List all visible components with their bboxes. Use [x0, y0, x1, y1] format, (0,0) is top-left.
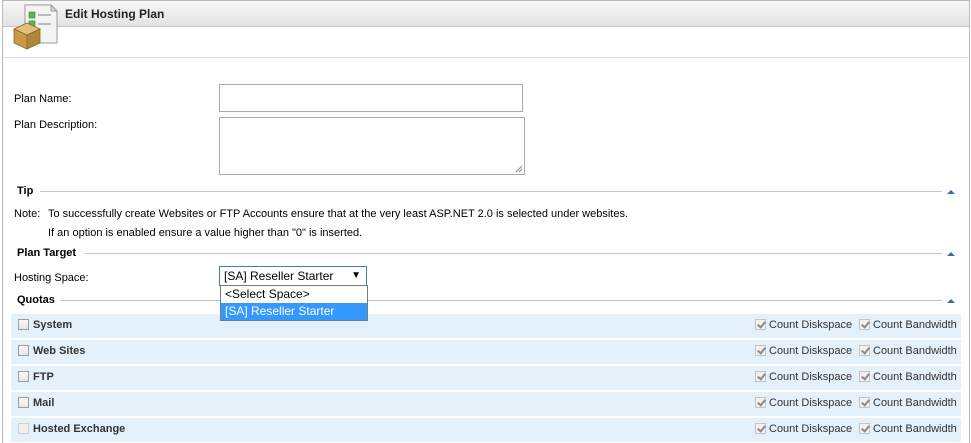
count-bandwidth-label: Count Bandwidth	[873, 397, 957, 409]
quota-enable-checkbox[interactable]	[18, 423, 29, 434]
count-bandwidth-checkbox	[859, 397, 870, 408]
quota-enable-checkbox[interactable]	[18, 345, 29, 356]
note-line-2: If an option is enabled ensure a value h…	[48, 227, 363, 239]
plan-description-label: Plan Description:	[14, 119, 98, 131]
quota-name: Mail	[33, 397, 55, 409]
count-diskspace-label: Count Diskspace	[769, 397, 853, 409]
dropdown-arrow-icon: ▼	[351, 270, 361, 281]
hosting-space-select[interactable]: [SA] Reseller Starter ▼	[219, 266, 367, 286]
count-diskspace-label: Count Diskspace	[769, 371, 853, 383]
count-diskspace-label: Count Diskspace	[769, 345, 853, 357]
count-bandwidth-checkbox	[859, 345, 870, 356]
count-bandwidth-label: Count Bandwidth	[873, 319, 957, 331]
tip-section-divider	[40, 191, 942, 192]
quota-row-web-sites: Web Sites Count Diskspace Count Bandwidt…	[11, 340, 961, 364]
quota-enable-checkbox[interactable]	[18, 397, 29, 408]
count-diskspace-checkbox	[755, 397, 766, 408]
note-label: Note:	[14, 208, 41, 220]
quotas-collapse-icon[interactable]	[947, 299, 955, 303]
count-bandwidth-checkbox	[859, 423, 870, 434]
plan-target-collapse-icon[interactable]	[947, 252, 955, 256]
page-title: Edit Hosting Plan	[65, 7, 165, 21]
resize-handle-icon[interactable]	[515, 165, 523, 173]
panel-header: Edit Hosting Plan	[3, 1, 969, 27]
tip-section-title: Tip	[17, 185, 34, 197]
hosting-space-option-selected[interactable]: [SA] Reseller Starter	[221, 303, 367, 320]
quotas-section-divider	[60, 300, 942, 301]
count-diskspace-label: Count Diskspace	[769, 423, 853, 435]
hosting-space-selected-value: [SA] Reseller Starter	[224, 269, 334, 283]
hosting-space-dropdown: <Select Space> [SA] Reseller Starter	[220, 285, 368, 321]
quota-name: System	[33, 319, 73, 331]
quota-row-hosted-exchange: Hosted Exchange Count Diskspace Count Ba…	[11, 418, 961, 442]
tip-collapse-icon[interactable]	[947, 190, 955, 194]
count-bandwidth-checkbox	[859, 371, 870, 382]
count-bandwidth-checkbox	[859, 319, 870, 330]
header-divider	[3, 57, 969, 58]
plan-target-section-divider	[85, 253, 942, 254]
plan-target-section-title: Plan Target	[17, 247, 77, 259]
plan-name-input[interactable]	[219, 84, 523, 112]
quota-enable-checkbox[interactable]	[18, 319, 29, 330]
count-diskspace-checkbox	[755, 319, 766, 330]
count-diskspace-checkbox	[755, 423, 766, 434]
quota-row-system: System Count Diskspace Count Bandwidth	[11, 314, 961, 338]
hosting-space-label: Hosting Space:	[14, 272, 89, 284]
quotas-section-title: Quotas	[17, 294, 55, 306]
hosting-space-option[interactable]: <Select Space>	[221, 286, 367, 303]
plan-name-label: Plan Name:	[14, 93, 72, 105]
count-bandwidth-label: Count Bandwidth	[873, 423, 957, 435]
quota-row-ftp: FTP Count Diskspace Count Bandwidth	[11, 366, 961, 390]
count-diskspace-checkbox	[755, 345, 766, 356]
quota-name: Web Sites	[33, 345, 86, 357]
quota-name: Hosted Exchange	[33, 423, 126, 435]
quota-enable-checkbox[interactable]	[18, 371, 29, 382]
count-bandwidth-label: Count Bandwidth	[873, 371, 957, 383]
quota-name: FTP	[33, 371, 54, 383]
count-diskspace-checkbox	[755, 371, 766, 382]
plan-description-textarea[interactable]	[219, 117, 525, 175]
count-diskspace-label: Count Diskspace	[769, 319, 853, 331]
hosting-plan-icon	[13, 3, 59, 50]
quota-row-mail: Mail Count Diskspace Count Bandwidth	[11, 392, 961, 416]
count-bandwidth-label: Count Bandwidth	[873, 345, 957, 357]
note-line-1: To successfully create Websites or FTP A…	[48, 208, 629, 220]
